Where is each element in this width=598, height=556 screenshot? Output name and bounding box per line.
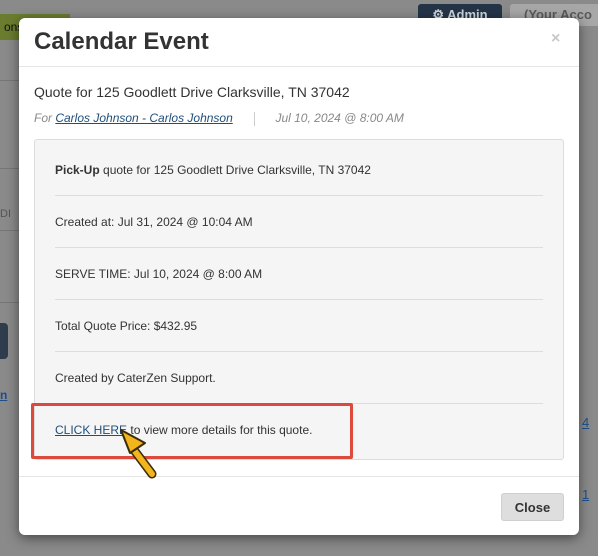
divider bbox=[55, 247, 543, 248]
created-by: Created by CaterZen Support. bbox=[55, 371, 216, 385]
close-icon[interactable]: × bbox=[551, 30, 560, 48]
created-at: Created at: Jul 31, 2024 @ 10:04 AM bbox=[55, 215, 253, 229]
background-divider bbox=[0, 80, 19, 81]
meta-separator bbox=[254, 111, 256, 126]
background-divider bbox=[0, 230, 19, 231]
event-datetime: Jul 10, 2024 @ 8:00 AM bbox=[275, 111, 404, 125]
background-dark-button bbox=[0, 323, 8, 359]
for-label: For bbox=[34, 111, 52, 125]
background-text: DI bbox=[0, 208, 11, 220]
modal-header: Calendar Event × bbox=[19, 18, 579, 67]
background-divider bbox=[0, 168, 19, 169]
divider bbox=[55, 299, 543, 300]
modal-title: Calendar Event bbox=[34, 28, 209, 55]
background-row-link: 4 bbox=[582, 415, 590, 430]
background-divider bbox=[0, 302, 19, 303]
serve-time: SERVE TIME: Jul 10, 2024 @ 8:00 AM bbox=[55, 267, 263, 281]
pickup-line: Pick-Up quote for 125 Goodlett Drive Cla… bbox=[55, 163, 543, 177]
annotation-highlight-box bbox=[31, 403, 353, 459]
background-link: n bbox=[0, 388, 8, 402]
pickup-text: quote for 125 Goodlett Drive Clarksville… bbox=[99, 163, 371, 177]
divider bbox=[55, 195, 543, 196]
pickup-label: Pick-Up bbox=[55, 163, 100, 177]
event-meta: For Carlos Johnson - Carlos Johnson Jul … bbox=[34, 111, 404, 126]
event-subject: Quote for 125 Goodlett Drive Clarksville… bbox=[34, 84, 350, 100]
close-button[interactable]: Close bbox=[501, 493, 564, 521]
background-row-link: 1 bbox=[582, 487, 590, 502]
client-link[interactable]: Carlos Johnson - Carlos Johnson bbox=[55, 111, 232, 125]
total-quote-price: Total Quote Price: $432.95 bbox=[55, 319, 198, 333]
arrow-pointer-icon bbox=[120, 429, 157, 479]
modal-footer: Close bbox=[19, 476, 579, 535]
divider bbox=[55, 351, 543, 352]
